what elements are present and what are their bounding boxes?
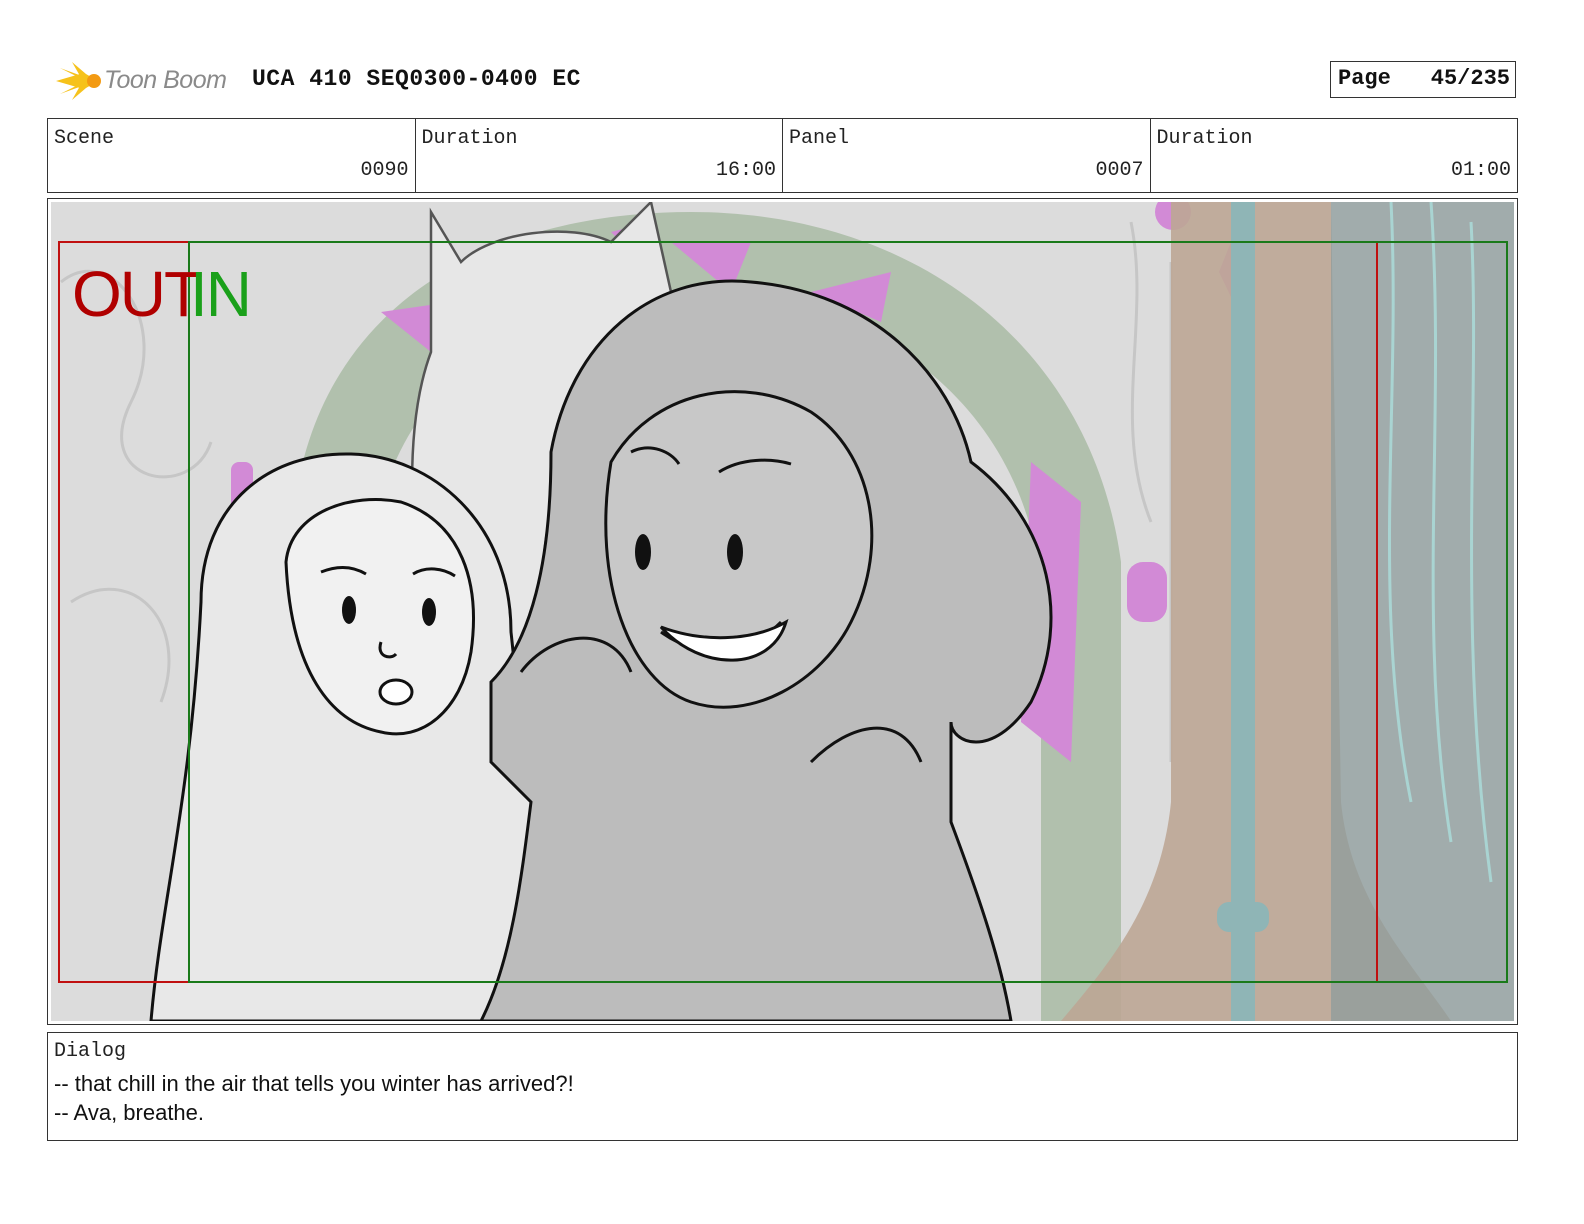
project-title: UCA 410 SEQ0300-0400 EC bbox=[252, 66, 581, 92]
scene-label: Scene bbox=[54, 127, 115, 150]
page-number: 45/235 bbox=[1430, 66, 1510, 91]
dialog-label: Dialog bbox=[54, 1040, 127, 1063]
panel-value: 0007 bbox=[1095, 159, 1144, 182]
page-label: Page bbox=[1338, 66, 1391, 91]
logo-wordmark: Toon Boom bbox=[104, 66, 227, 94]
scene-duration-label: Duration bbox=[421, 127, 518, 150]
scene-duration-value: 16:00 bbox=[715, 159, 776, 182]
storyboard-panel-image bbox=[51, 202, 1514, 1021]
dialog-line: -- Ava, breathe. bbox=[54, 1100, 205, 1125]
panel-duration-label: Duration bbox=[1156, 127, 1253, 150]
camera-in-label: IN bbox=[190, 258, 252, 330]
dialog-line: -- that chill in the air that tells you … bbox=[54, 1071, 574, 1096]
panel-duration-value: 01:00 bbox=[1450, 159, 1511, 182]
scene-value: 0090 bbox=[360, 159, 409, 182]
scene-info-row: Scene 0090 Duration 16:00 Panel 0007 Dur… bbox=[47, 118, 1518, 193]
panel-cell: Panel 0007 bbox=[783, 119, 1151, 192]
panel-label: Panel bbox=[789, 127, 850, 150]
panel-duration-cell: Duration 01:00 bbox=[1151, 119, 1518, 192]
scene-duration-cell: Duration 16:00 bbox=[416, 119, 783, 192]
scene-cell: Scene 0090 bbox=[48, 119, 416, 192]
camera-out-label: OUT bbox=[72, 258, 203, 330]
